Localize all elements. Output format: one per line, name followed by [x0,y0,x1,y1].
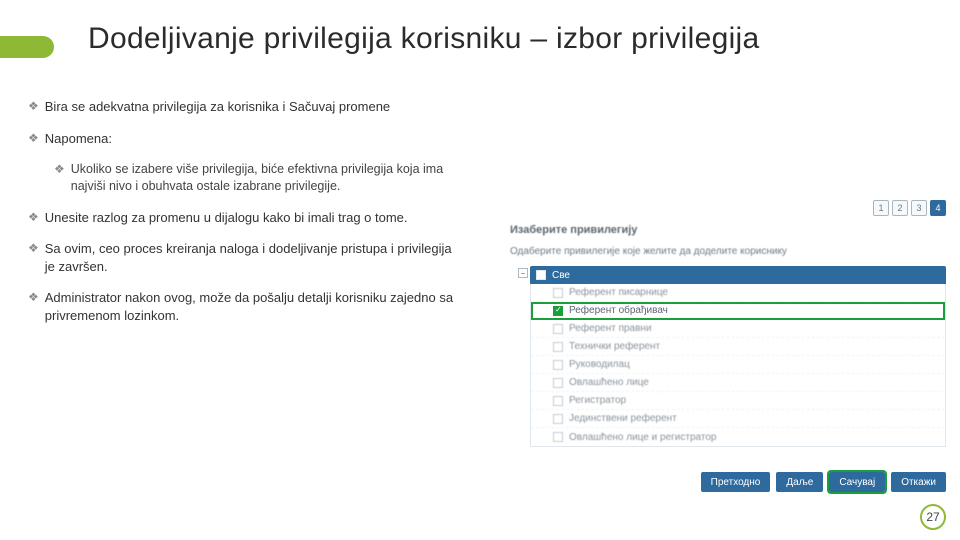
checkbox-icon[interactable] [553,378,563,388]
bullet-item: ❖ Bira se adekvatna privilegija za koris… [28,98,458,116]
bullet-text: Ukoliko se izabere više privilegija, bić… [71,161,458,195]
tree-row-label: Руководилац [569,359,630,370]
cancel-button[interactable]: Откажи [891,472,946,492]
button-bar: Претходно Даље Сачувај Откажи [701,472,946,492]
accent-bar [0,36,54,58]
bullet-text: Sa ovim, ceo proces kreiranja naloga i d… [45,240,458,275]
tree-row-label: Јединствени референт [569,413,677,424]
checkbox-icon[interactable] [553,360,563,370]
bullet-item: ❖ Napomena: [28,130,458,148]
tree-toggle-icon[interactable]: − [518,268,528,278]
checkbox-icon[interactable] [553,288,563,298]
tree-row-label: Референт обрађивач [569,305,668,316]
tree-row[interactable]: Овлашћено лице и регистратор [531,428,945,446]
panel-title: Изаберите привилегију [510,224,637,236]
privilege-tree: Референт писарнице Референт обрађивач Ре… [530,284,946,447]
bullet-text: Unesite razlog za promenu u dijalogu kak… [45,209,408,227]
tree-row[interactable]: Референт правни [531,320,945,338]
bullet-text: Administrator nakon ovog, može da pošalj… [45,289,458,324]
bullet-item: ❖ Administrator nakon ovog, može da poša… [28,289,458,324]
save-button[interactable]: Сачувај [829,472,885,492]
app-screenshot: 1 2 3 4 Изаберите привилегију Одаберите … [504,198,952,498]
diamond-icon: ❖ [54,161,65,195]
step-4[interactable]: 4 [930,200,946,216]
diamond-icon: ❖ [28,289,39,324]
tree-row-label: Овлашћено лице и регистратор [569,432,716,443]
checkbox-icon[interactable] [553,414,563,424]
sub-bullet-item: ❖ Ukoliko se izabere više privilegija, b… [54,161,458,195]
page-title: Dodeljivanje privilegija korisniku – izb… [88,22,760,56]
diamond-icon: ❖ [28,240,39,275]
tree-root[interactable]: Све [530,266,946,284]
checkbox-icon[interactable] [553,324,563,334]
checkbox-icon[interactable] [553,342,563,352]
panel-instruction: Одаберите привилегије које желите да дод… [510,246,787,257]
next-button[interactable]: Даље [776,472,823,492]
tree-row[interactable]: Овлашћено лице [531,374,945,392]
bullet-list: ❖ Bira se adekvatna privilegija za koris… [28,98,458,339]
tree-row-label: Референт правни [569,323,652,334]
tree-root-label: Све [552,270,570,281]
prev-button[interactable]: Претходно [701,472,771,492]
checkbox-icon[interactable] [536,270,546,280]
tree-row[interactable]: Технички референт [531,338,945,356]
checkbox-checked-icon[interactable] [553,306,563,316]
tree-row[interactable]: Референт писарнице [531,284,945,302]
bullet-text: Napomena: [45,130,112,148]
bullet-text: Bira se adekvatna privilegija za korisni… [45,98,390,116]
bullet-item: ❖ Sa ovim, ceo proces kreiranja naloga i… [28,240,458,275]
tree-row-selected[interactable]: Референт обрађивач [531,302,945,320]
tree-row-label: Технички референт [569,341,660,352]
tree-row[interactable]: Регистратор [531,392,945,410]
diamond-icon: ❖ [28,98,39,116]
diamond-icon: ❖ [28,209,39,227]
checkbox-icon[interactable] [553,432,563,442]
step-3[interactable]: 3 [911,200,927,216]
step-1[interactable]: 1 [873,200,889,216]
tree-row[interactable]: Јединствени референт [531,410,945,428]
diamond-icon: ❖ [28,130,39,148]
tree-row[interactable]: Руководилац [531,356,945,374]
wizard-steps: 1 2 3 4 [873,200,946,216]
step-2[interactable]: 2 [892,200,908,216]
page-number: 27 [920,504,946,530]
tree-row-label: Референт писарнице [569,287,668,298]
bullet-item: ❖ Unesite razlog za promenu u dijalogu k… [28,209,458,227]
tree-row-label: Овлашћено лице [569,377,649,388]
tree-row-label: Регистратор [569,395,626,406]
checkbox-icon[interactable] [553,396,563,406]
